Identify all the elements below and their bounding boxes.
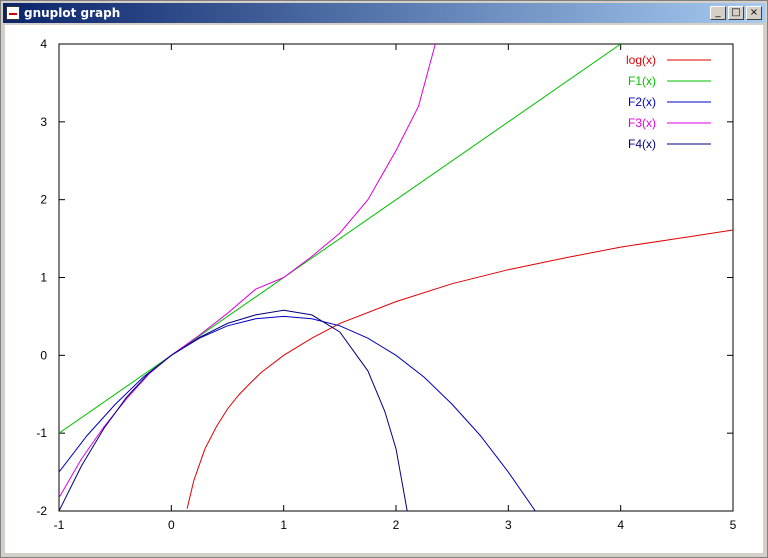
legend-label-F4: F4(x) <box>628 137 656 151</box>
series-line-F1 <box>59 44 621 434</box>
x-tick-label: 3 <box>505 518 512 532</box>
x-tick-label: 4 <box>617 518 624 532</box>
x-tick-label: 0 <box>168 518 175 532</box>
maximize-button[interactable]: □ <box>728 6 744 20</box>
gnuplot-window: gnuplot graph _ □ × -1 0 1 2 3 4 5 -2 -1 0 1 2 3 4 log… <box>0 0 768 558</box>
x-tick-label: 2 <box>393 518 400 532</box>
y-tick-label: -2 <box>36 504 47 518</box>
y-tick-label: 2 <box>40 193 47 207</box>
minimize-button[interactable]: _ <box>710 6 726 20</box>
close-button[interactable]: × <box>746 6 762 20</box>
y-tick-label: 0 <box>40 348 47 362</box>
x-tick-label: -1 <box>54 518 65 532</box>
x-tick-label: 5 <box>730 518 737 532</box>
plot-border <box>58 43 734 512</box>
series-line-log <box>186 229 733 509</box>
legend-label-F1: F1(x) <box>628 74 656 88</box>
legend-label-log: log(x) <box>626 53 656 67</box>
y-tick-label: -1 <box>36 426 47 440</box>
y-tick-label: 3 <box>40 115 47 129</box>
legend-label-F3: F3(x) <box>628 116 656 130</box>
x-tick-label: 1 <box>280 518 287 532</box>
chart-svg: -1 0 1 2 3 4 5 -2 -1 0 1 2 3 4 log(x) F1(x) F2(x) F3(x) F4… <box>36 37 737 532</box>
y-tick-label: 4 <box>40 37 47 51</box>
gnuplot-app-icon[interactable] <box>6 6 20 20</box>
series-line-F3 <box>59 44 436 499</box>
y-tick-label: 1 <box>40 271 47 285</box>
series-line-F4 <box>59 309 408 511</box>
series-line-F2 <box>59 315 536 511</box>
title-bar[interactable]: gnuplot graph _ □ × <box>3 3 765 23</box>
legend-label-F2: F2(x) <box>628 95 656 109</box>
plot-area: -1 0 1 2 3 4 5 -2 -1 0 1 2 3 4 log(x) F1(x) F2(x) F3(x) F4… <box>5 25 763 553</box>
window-title: gnuplot graph <box>24 6 121 20</box>
window-controls: _ □ × <box>710 6 762 20</box>
